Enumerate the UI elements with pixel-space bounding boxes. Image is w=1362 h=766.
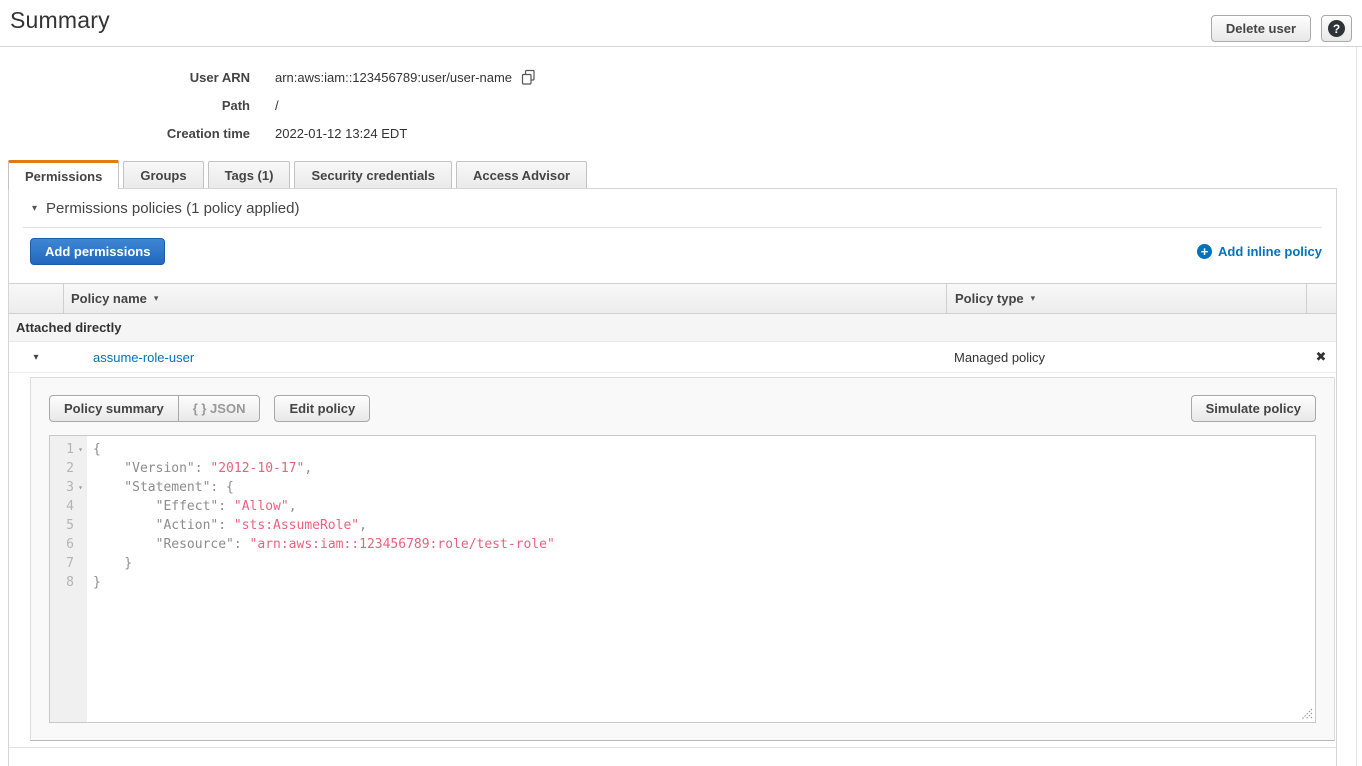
json-policy-editor[interactable]: 1▾23▾45678 { "Version": "2012-10-17", "S… [49, 435, 1316, 723]
code-line: } [93, 573, 1315, 592]
line-number: 6 [66, 535, 74, 554]
delete-user-button[interactable]: Delete user [1211, 15, 1311, 42]
user-arn-label: User ARN [0, 70, 250, 85]
edit-policy-button[interactable]: Edit policy [274, 395, 370, 422]
add-permissions-button[interactable]: Add permissions [30, 238, 165, 265]
line-number: 5 [66, 516, 74, 535]
code-line: } [93, 554, 1315, 573]
line-number: 4 [66, 497, 74, 516]
editor-code: { "Version": "2012-10-17", "Statement": … [87, 436, 1315, 592]
user-arn-value: arn:aws:iam::123456789:user/user-name [275, 70, 512, 85]
permissions-tab-panel: ▾ Permissions policies (1 policy applied… [8, 188, 1337, 766]
add-inline-policy-link[interactable]: + Add inline policy [1197, 244, 1322, 259]
line-number: 8 [66, 573, 74, 592]
tab-bar: Permissions Groups Tags (1) Security cre… [8, 161, 587, 189]
sort-caret-icon: ▾ [154, 293, 159, 304]
policy-name-link[interactable]: assume-role-user [63, 350, 946, 365]
help-icon: ? [1328, 20, 1345, 37]
plus-circle-icon: + [1197, 244, 1212, 259]
page-header: Summary Delete user ? [0, 0, 1362, 47]
gutter-line: 2 [50, 459, 87, 478]
code-line: "Effect": "Allow", [93, 497, 1315, 516]
code-line: { [93, 440, 1315, 459]
header-buttons: Delete user ? [1211, 15, 1352, 42]
help-button[interactable]: ? [1321, 15, 1352, 42]
collapse-caret-icon: ▾ [32, 204, 37, 214]
tab-permissions[interactable]: Permissions [8, 160, 119, 189]
add-inline-policy-label: Add inline policy [1218, 244, 1322, 259]
page-title: Summary [10, 7, 110, 34]
code-line: "Action": "sts:AssumeRole", [93, 516, 1315, 535]
creation-time-value: 2022-01-12 13:24 EDT [275, 126, 407, 141]
line-number: 1 [66, 440, 74, 459]
gutter-line: 7 [50, 554, 87, 573]
column-header-policy-name[interactable]: Policy name ▾ [63, 284, 946, 313]
policy-viewer-panel: Policy summary { } JSON Edit policy Simu… [30, 377, 1335, 741]
view-toggle-button-group: Policy summary { } JSON [49, 395, 260, 422]
gutter-line: 8 [50, 573, 87, 592]
gutter-line: 6 [50, 535, 87, 554]
line-number: 7 [66, 554, 74, 573]
line-number: 3 [66, 478, 74, 497]
column-header-policy-type[interactable]: Policy type ▾ [946, 284, 1306, 313]
permissions-toolbar: Add permissions + Add inline policy [9, 228, 1336, 283]
user-details: User ARN arn:aws:iam::123456789:user/use… [0, 63, 536, 147]
tab-tags[interactable]: Tags (1) [208, 161, 291, 188]
line-number: 2 [66, 459, 74, 478]
tab-access-advisor[interactable]: Access Advisor [456, 161, 587, 188]
editor-gutter: 1▾23▾45678 [50, 436, 87, 722]
sort-caret-icon: ▾ [1031, 293, 1036, 304]
permissions-policies-heading: Permissions policies (1 policy applied) [46, 200, 299, 217]
gutter-line: 4 [50, 497, 87, 516]
path-label: Path [0, 98, 250, 113]
json-view-button[interactable]: { } JSON [178, 395, 261, 422]
permissions-policies-section-header[interactable]: ▾ Permissions policies (1 policy applied… [23, 189, 1322, 228]
fold-caret-icon[interactable]: ▾ [74, 478, 87, 497]
tab-security-credentials[interactable]: Security credentials [294, 161, 452, 188]
detach-policy-icon[interactable]: ✖ [1306, 349, 1336, 365]
gutter-line: 3▾ [50, 478, 87, 497]
viewport-right-divider [1356, 47, 1357, 766]
fold-caret-icon[interactable]: ▾ [74, 440, 87, 459]
editor-resize-handle-icon[interactable] [1301, 708, 1313, 720]
simulate-policy-button[interactable]: Simulate policy [1191, 395, 1316, 422]
creation-time-label: Creation time [0, 126, 250, 141]
expand-column-spacer [9, 284, 63, 313]
policy-viewer-toolbar: Policy summary { } JSON Edit policy Simu… [49, 395, 1316, 422]
attached-directly-group-row: Attached directly [9, 314, 1336, 342]
gutter-line: 1▾ [50, 440, 87, 459]
policy-summary-button[interactable]: Policy summary [49, 395, 179, 422]
policy-type-header-label: Policy type [955, 291, 1024, 306]
detail-row-path: Path / [0, 91, 536, 119]
gutter-line: 5 [50, 516, 87, 535]
detail-row-user-arn: User ARN arn:aws:iam::123456789:user/use… [0, 63, 536, 91]
code-line: "Statement": { [93, 478, 1315, 497]
tab-groups[interactable]: Groups [123, 161, 203, 188]
policy-table-header: Policy name ▾ Policy type ▾ [9, 283, 1336, 314]
policy-detail-row: Policy summary { } JSON Edit policy Simu… [9, 373, 1336, 748]
policy-table-row: ▾ assume-role-user Managed policy ✖ [9, 342, 1336, 373]
code-line: "Version": "2012-10-17", [93, 459, 1315, 478]
group-label: Attached directly [16, 320, 121, 335]
remove-column-spacer [1306, 284, 1336, 313]
path-value: / [275, 98, 279, 113]
policy-type-value: Managed policy [946, 350, 1306, 365]
detail-row-creation-time: Creation time 2022-01-12 13:24 EDT [0, 119, 536, 147]
policy-name-header-label: Policy name [71, 291, 147, 306]
row-expand-caret-icon[interactable]: ▾ [9, 352, 63, 363]
code-line: "Resource": "arn:aws:iam::123456789:role… [93, 535, 1315, 554]
copy-icon[interactable] [520, 69, 536, 85]
